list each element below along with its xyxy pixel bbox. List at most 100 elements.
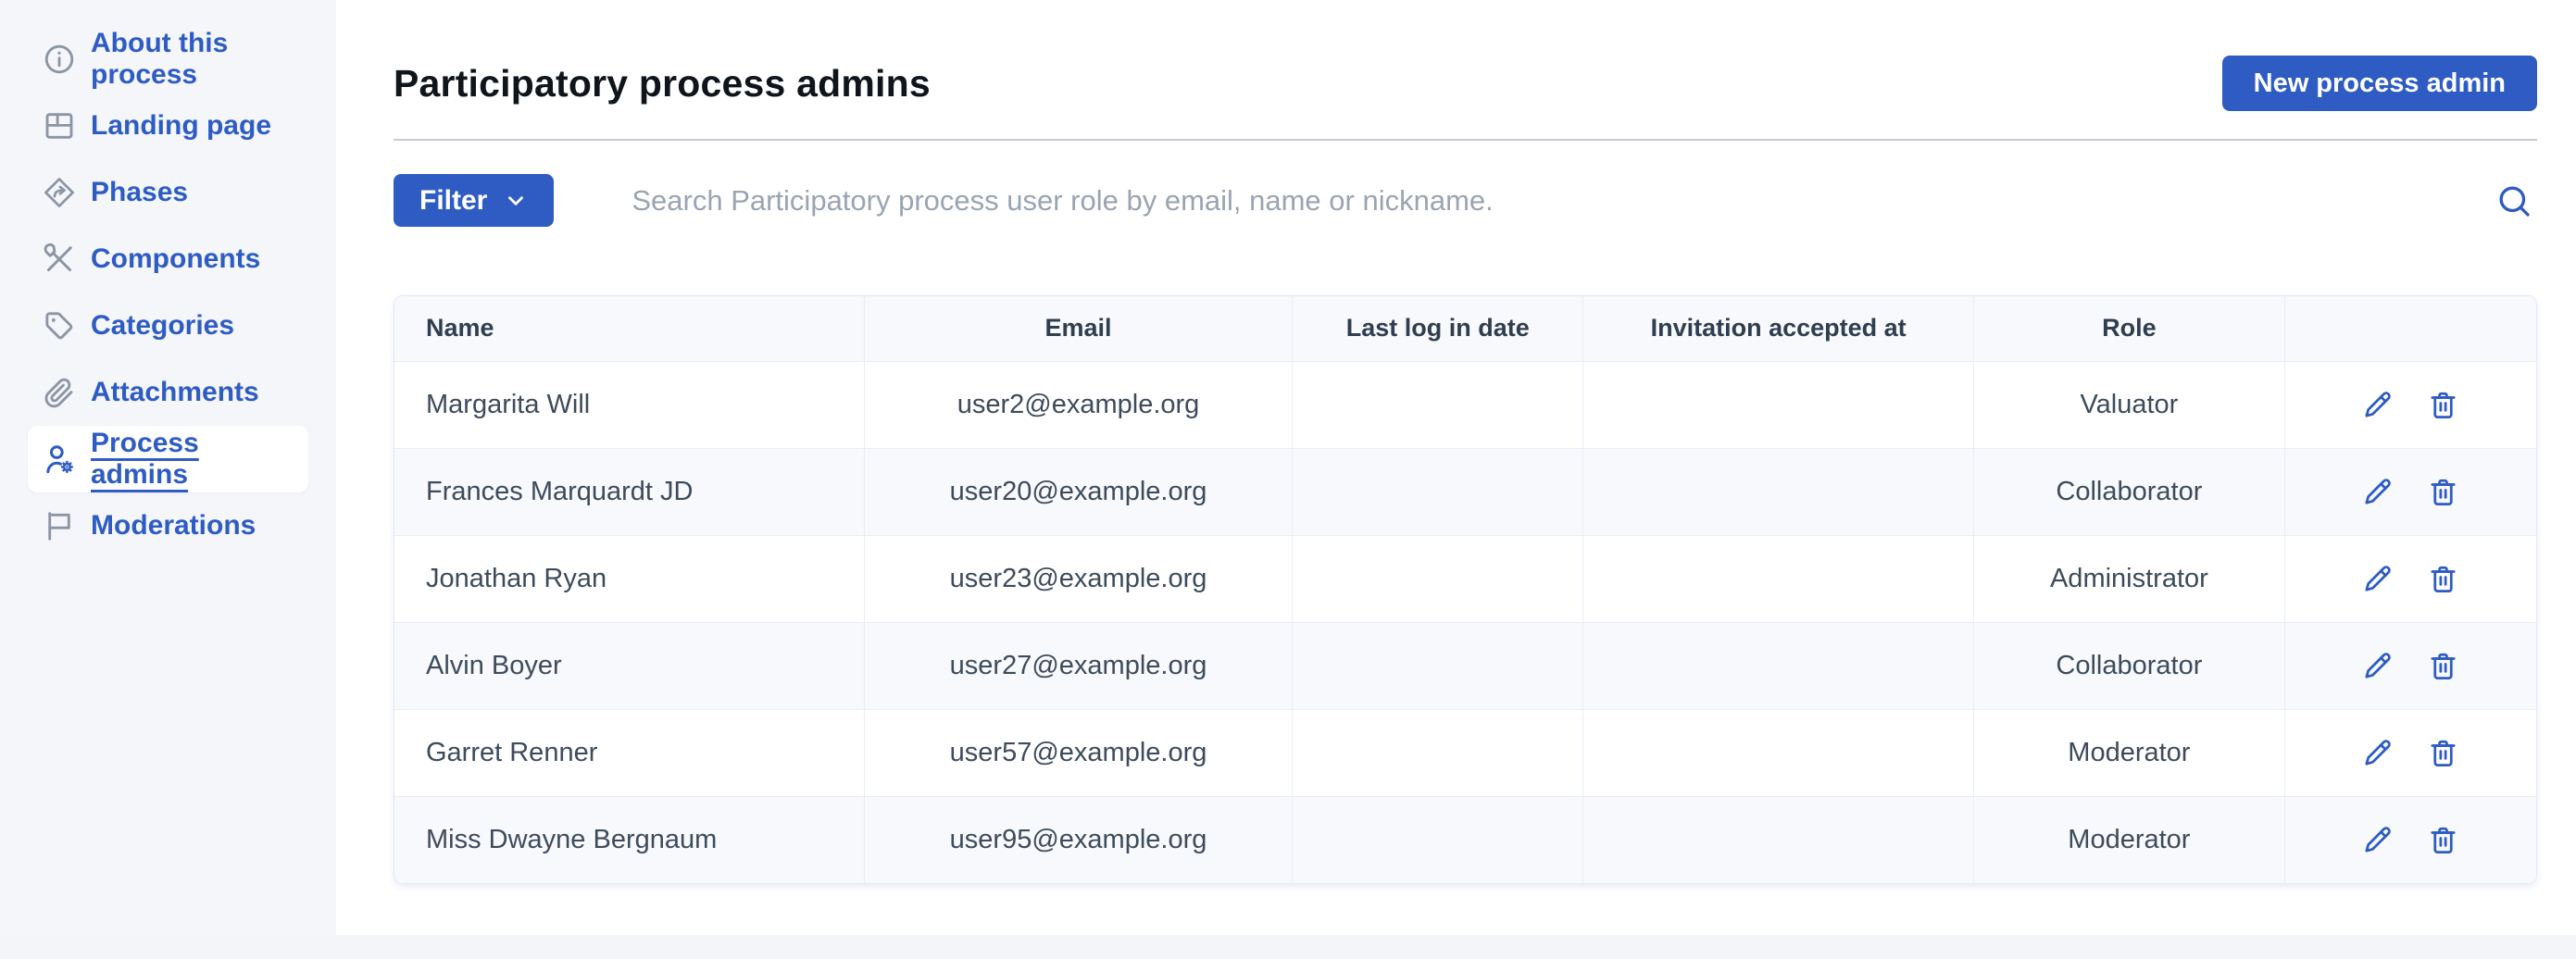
sidebar: About this process Landing page Phases C…: [0, 0, 336, 935]
cell-email: user95@example.org: [864, 796, 1293, 883]
delete-button[interactable]: [2427, 650, 2459, 682]
cell-role: Valuator: [1974, 361, 2285, 448]
header-divider: [394, 139, 2537, 141]
sidebar-item-phases[interactable]: Phases: [28, 159, 308, 226]
trash-icon: [2427, 737, 2459, 769]
paperclip-icon: [41, 374, 78, 411]
cell-invitation-accepted: [1583, 448, 1974, 535]
column-header: Role: [1974, 296, 2285, 361]
pencil-icon: [2361, 737, 2394, 769]
cell-last-login: [1293, 796, 1583, 883]
main-content: Participatory process admins New process…: [336, 0, 2576, 935]
cell-invitation-accepted: [1583, 535, 1974, 622]
cell-name: Garret Renner: [394, 709, 864, 796]
info-icon: [41, 41, 78, 78]
cell-last-login: [1293, 622, 1583, 709]
cell-name: Miss Dwayne Bergnaum: [394, 796, 864, 883]
sidebar-item-label: Attachments: [91, 377, 259, 408]
pencil-icon: [2361, 563, 2394, 595]
user-gear-icon: [41, 441, 78, 478]
delete-button[interactable]: [2427, 563, 2459, 595]
column-header: Invitation accepted at: [1583, 296, 1974, 361]
cell-email: user57@example.org: [864, 709, 1293, 796]
delete-button[interactable]: [2427, 737, 2459, 769]
delete-button[interactable]: [2427, 824, 2459, 856]
trash-icon: [2427, 476, 2459, 508]
sidebar-item-label: Components: [91, 243, 260, 275]
layout-icon: [41, 107, 78, 144]
trash-icon: [2427, 389, 2459, 421]
cell-email: user20@example.org: [864, 448, 1293, 535]
pencil-icon: [2361, 476, 2394, 508]
row-actions: [2285, 650, 2536, 682]
admins-table: NameEmailLast log in dateInvitation acce…: [394, 296, 2536, 883]
table-row: Jonathan Ryan user23@example.org Adminis…: [394, 535, 2536, 622]
trash-icon: [2427, 650, 2459, 682]
chevron-down-icon: [504, 189, 528, 213]
cell-invitation-accepted: [1583, 361, 1974, 448]
cell-actions: [2284, 448, 2536, 535]
cell-role: Collaborator: [1974, 448, 2285, 535]
cell-last-login: [1293, 535, 1583, 622]
sidebar-item-landing-page[interactable]: Landing page: [28, 93, 308, 159]
tools-icon: [41, 241, 78, 278]
sidebar-item-label: Moderations: [91, 510, 256, 542]
cell-role: Collaborator: [1974, 622, 2285, 709]
edit-button[interactable]: [2361, 650, 2394, 682]
cell-invitation-accepted: [1583, 622, 1974, 709]
column-header: Last log in date: [1293, 296, 1583, 361]
cell-invitation-accepted: [1583, 709, 1974, 796]
cell-role: Moderator: [1974, 709, 2285, 796]
cell-email: user2@example.org: [864, 361, 1293, 448]
row-actions: [2285, 563, 2536, 595]
delete-button[interactable]: [2427, 476, 2459, 508]
delete-button[interactable]: [2427, 389, 2459, 421]
cell-email: user27@example.org: [864, 622, 1293, 709]
page-title: Participatory process admins: [394, 62, 931, 106]
column-header: Email: [864, 296, 1293, 361]
search-input[interactable]: [631, 184, 2491, 218]
sidebar-item-categories[interactable]: Categories: [28, 293, 308, 359]
cell-actions: [2284, 535, 2536, 622]
edit-button[interactable]: [2361, 563, 2394, 595]
cell-name: Frances Marquardt JD: [394, 448, 864, 535]
flag-icon: [41, 507, 78, 544]
sidebar-item-about-this-process[interactable]: About this process: [28, 26, 308, 93]
sidebar-item-label: Landing page: [91, 110, 271, 142]
sidebar-item-attachments[interactable]: Attachments: [28, 359, 308, 426]
search-button[interactable]: [2491, 178, 2537, 224]
row-actions: [2285, 824, 2536, 856]
edit-button[interactable]: [2361, 737, 2394, 769]
edit-button[interactable]: [2361, 476, 2394, 508]
table-row: Miss Dwayne Bergnaum user95@example.org …: [394, 796, 2536, 883]
table-body: Margarita Will user2@example.org Valuato…: [394, 361, 2536, 883]
edit-button[interactable]: [2361, 389, 2394, 421]
sidebar-item-moderations[interactable]: Moderations: [28, 492, 308, 559]
new-process-admin-button[interactable]: New process admin: [2222, 56, 2537, 111]
column-header: Name: [394, 296, 864, 361]
cell-email: user23@example.org: [864, 535, 1293, 622]
table-row: Alvin Boyer user27@example.org Collabora…: [394, 622, 2536, 709]
cell-last-login: [1293, 448, 1583, 535]
sidebar-item-components[interactable]: Components: [28, 226, 308, 293]
pencil-icon: [2361, 389, 2394, 421]
sidebar-item-label: Process admins: [91, 428, 295, 491]
sidebar-item-process-admins[interactable]: Process admins: [28, 426, 308, 492]
search-icon: [2495, 182, 2532, 219]
pencil-icon: [2361, 650, 2394, 682]
sidebar-item-label: Categories: [91, 310, 234, 342]
page-header: Participatory process admins New process…: [394, 56, 2537, 111]
admins-table-wrap: NameEmailLast log in dateInvitation acce…: [394, 295, 2537, 884]
cell-role: Moderator: [1974, 796, 2285, 883]
cell-invitation-accepted: [1583, 796, 1974, 883]
cell-actions: [2284, 709, 2536, 796]
edit-button[interactable]: [2361, 824, 2394, 856]
sidebar-item-label: About this process: [91, 28, 295, 91]
filter-button[interactable]: Filter: [394, 174, 554, 227]
phases-diamond-arrow-icon: [41, 174, 78, 211]
cell-last-login: [1293, 709, 1583, 796]
cell-name: Margarita Will: [394, 361, 864, 448]
table-row: Frances Marquardt JD user20@example.org …: [394, 448, 2536, 535]
filter-button-label: Filter: [419, 185, 487, 217]
table-row: Margarita Will user2@example.org Valuato…: [394, 361, 2536, 448]
